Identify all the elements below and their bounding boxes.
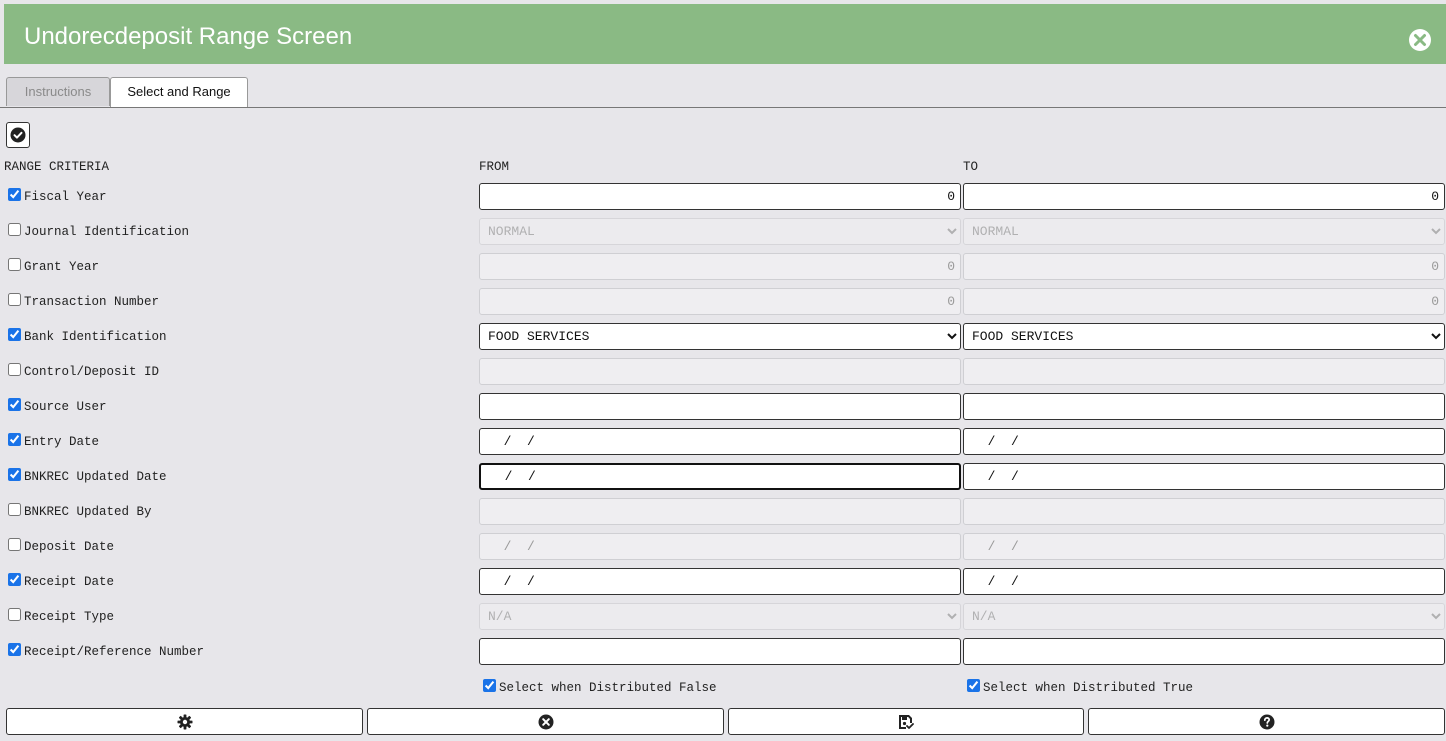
fiscal-year-checkbox[interactable] bbox=[8, 188, 21, 201]
receipt-reference-number-checkbox[interactable] bbox=[8, 643, 21, 656]
control-deposit-id-label: Control/Deposit ID bbox=[24, 365, 160, 379]
grant-year-from-input[interactable] bbox=[479, 253, 961, 280]
fiscal-year-to-input[interactable] bbox=[963, 183, 1445, 210]
bnkrec-updated-by-to-input[interactable] bbox=[963, 498, 1445, 525]
deposit-date-label: Deposit Date bbox=[24, 540, 115, 554]
deposit-date-from-input[interactable] bbox=[479, 533, 961, 560]
source-user-to-input[interactable] bbox=[963, 393, 1445, 420]
close-icon[interactable] bbox=[1408, 28, 1432, 52]
transaction-number-from-input[interactable] bbox=[479, 288, 961, 315]
row-bnkrec-updated-by: BNKREC Updated By bbox=[8, 502, 152, 522]
entry-date-checkbox[interactable] bbox=[8, 433, 21, 446]
distributed-false-label: Select when Distributed False bbox=[499, 681, 717, 695]
source-user-label: Source User bbox=[24, 400, 107, 414]
row-transaction-number: Transaction Number bbox=[8, 292, 159, 312]
journal-identification-to-select[interactable]: NORMAL bbox=[963, 218, 1445, 245]
fiscal-year-from-input[interactable] bbox=[479, 183, 961, 210]
bnkrec-updated-date-checkbox[interactable] bbox=[8, 468, 21, 481]
header-range-criteria: RANGE CRITERIA bbox=[4, 160, 110, 174]
row-grant-year: Grant Year bbox=[8, 257, 99, 277]
grant-year-label: Grant Year bbox=[24, 260, 100, 274]
gear-icon bbox=[177, 714, 192, 730]
grant-year-checkbox[interactable] bbox=[8, 258, 21, 271]
tab-divider bbox=[0, 107, 1446, 108]
bnkrec-updated-date-from-input[interactable] bbox=[479, 463, 961, 490]
close-circle-icon bbox=[538, 714, 553, 730]
receipt-date-to-input[interactable] bbox=[963, 568, 1445, 595]
control-deposit-id-from-input[interactable] bbox=[479, 358, 961, 385]
title-bar: Undorecdeposit Range Screen bbox=[4, 4, 1446, 64]
window-title: Undorecdeposit Range Screen bbox=[24, 23, 353, 50]
control-deposit-id-checkbox[interactable] bbox=[8, 363, 21, 376]
check-circle-icon bbox=[10, 127, 26, 143]
receipt-type-label: Receipt Type bbox=[24, 610, 115, 624]
bnkrec-updated-date-to-input[interactable] bbox=[963, 463, 1445, 490]
row-control-deposit-id: Control/Deposit ID bbox=[8, 362, 159, 382]
row-entry-date: Entry Date bbox=[8, 432, 99, 452]
transaction-number-checkbox[interactable] bbox=[8, 293, 21, 306]
cancel-button[interactable] bbox=[367, 708, 724, 735]
receipt-reference-number-label: Receipt/Reference Number bbox=[24, 645, 205, 659]
row-fiscal-year: Fiscal Year bbox=[8, 187, 107, 207]
bank-identification-from-select[interactable]: FOOD SERVICES bbox=[479, 323, 961, 350]
distributed-true-option: Select when Distributed True bbox=[967, 678, 1193, 698]
bnkrec-updated-by-checkbox[interactable] bbox=[8, 503, 21, 516]
help-button[interactable] bbox=[1088, 708, 1445, 735]
bank-identification-to-select[interactable]: FOOD SERVICES bbox=[963, 323, 1445, 350]
distributed-false-option: Select when Distributed False bbox=[483, 678, 717, 698]
journal-identification-checkbox[interactable] bbox=[8, 223, 21, 236]
deposit-date-to-input[interactable] bbox=[963, 533, 1445, 560]
receipt-reference-number-to-input[interactable] bbox=[963, 638, 1445, 665]
bnkrec-updated-date-label: BNKREC Updated Date bbox=[24, 470, 167, 484]
entry-date-label: Entry Date bbox=[24, 435, 100, 449]
save-button[interactable] bbox=[728, 708, 1084, 735]
save-check-icon bbox=[899, 715, 914, 729]
tab-instructions[interactable]: Instructions bbox=[6, 77, 110, 106]
receipt-type-to-select[interactable]: N/A bbox=[963, 603, 1445, 630]
row-receipt-date: Receipt Date bbox=[8, 572, 114, 592]
apply-button[interactable] bbox=[6, 122, 30, 148]
distributed-true-checkbox[interactable] bbox=[967, 679, 980, 692]
transaction-number-label: Transaction Number bbox=[24, 295, 160, 309]
receipt-date-checkbox[interactable] bbox=[8, 573, 21, 586]
row-source-user: Source User bbox=[8, 397, 107, 417]
transaction-number-to-input[interactable] bbox=[963, 288, 1445, 315]
row-bnkrec-updated-date: BNKREC Updated Date bbox=[8, 467, 167, 487]
row-journal-identification: Journal Identification bbox=[8, 222, 189, 242]
tab-select-and-range[interactable]: Select and Range bbox=[110, 77, 248, 107]
receipt-date-from-input[interactable] bbox=[479, 568, 961, 595]
row-deposit-date: Deposit Date bbox=[8, 537, 114, 557]
receipt-date-label: Receipt Date bbox=[24, 575, 115, 589]
journal-identification-from-select[interactable]: NORMAL bbox=[479, 218, 961, 245]
entry-date-from-input[interactable] bbox=[479, 428, 961, 455]
receipt-reference-number-from-input[interactable] bbox=[479, 638, 961, 665]
journal-identification-label: Journal Identification bbox=[24, 225, 190, 239]
source-user-from-input[interactable] bbox=[479, 393, 961, 420]
bank-identification-checkbox[interactable] bbox=[8, 328, 21, 341]
fiscal-year-label: Fiscal Year bbox=[24, 190, 107, 204]
row-receipt-reference-number: Receipt/Reference Number bbox=[8, 642, 204, 662]
bnkrec-updated-by-label: BNKREC Updated By bbox=[24, 505, 152, 519]
grant-year-to-input[interactable] bbox=[963, 253, 1445, 280]
distributed-true-label: Select when Distributed True bbox=[983, 681, 1194, 695]
header-to: TO bbox=[963, 160, 979, 174]
receipt-type-checkbox[interactable] bbox=[8, 608, 21, 621]
help-icon bbox=[1259, 714, 1274, 730]
control-deposit-id-to-input[interactable] bbox=[963, 358, 1445, 385]
row-bank-identification: Bank Identification bbox=[8, 327, 167, 347]
deposit-date-checkbox[interactable] bbox=[8, 538, 21, 551]
row-receipt-type: Receipt Type bbox=[8, 607, 114, 627]
distributed-false-checkbox[interactable] bbox=[483, 679, 496, 692]
settings-button[interactable] bbox=[6, 708, 363, 735]
source-user-checkbox[interactable] bbox=[8, 398, 21, 411]
header-from: FROM bbox=[479, 160, 510, 174]
bank-identification-label: Bank Identification bbox=[24, 330, 167, 344]
entry-date-to-input[interactable] bbox=[963, 428, 1445, 455]
bnkrec-updated-by-from-input[interactable] bbox=[479, 498, 961, 525]
receipt-type-from-select[interactable]: N/A bbox=[479, 603, 961, 630]
